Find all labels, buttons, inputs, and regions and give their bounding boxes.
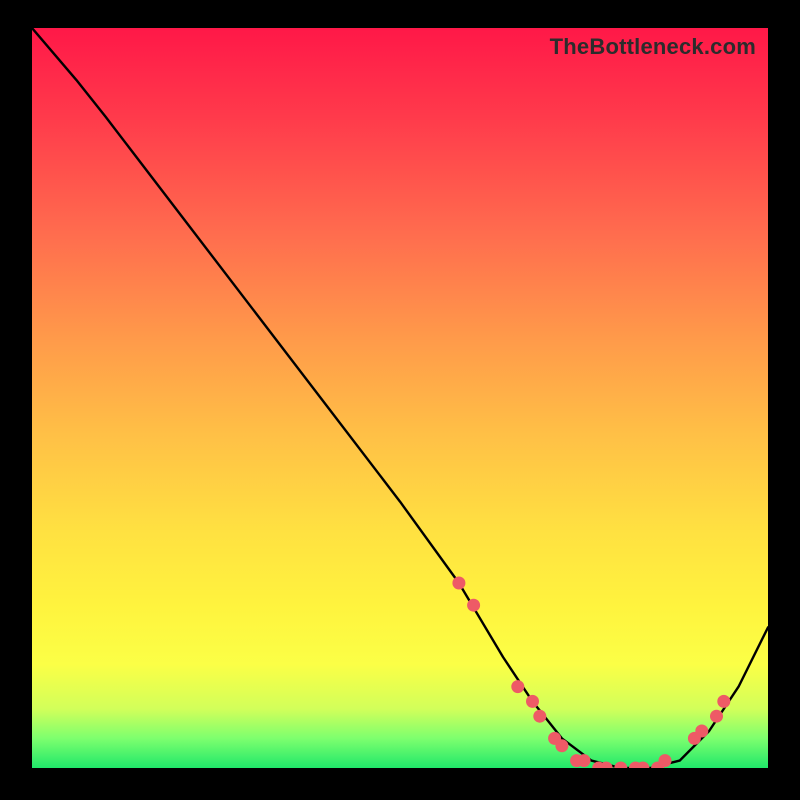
curve-marker	[452, 577, 465, 590]
curve-markers	[452, 577, 730, 769]
curve-marker	[659, 754, 672, 767]
curve-marker	[467, 599, 480, 612]
curve-marker	[717, 695, 730, 708]
curve-marker	[533, 710, 546, 723]
curve-marker	[614, 762, 627, 769]
curve-marker	[555, 739, 568, 752]
curve-overlay	[32, 28, 768, 768]
watermark-text: TheBottleneck.com	[550, 34, 756, 60]
chart-frame: TheBottleneck.com	[32, 28, 768, 768]
curve-marker	[695, 725, 708, 738]
curve-marker	[526, 695, 539, 708]
curve-marker	[710, 710, 723, 723]
bottleneck-curve	[32, 28, 768, 768]
curve-marker	[511, 680, 524, 693]
curve-marker	[578, 754, 591, 767]
